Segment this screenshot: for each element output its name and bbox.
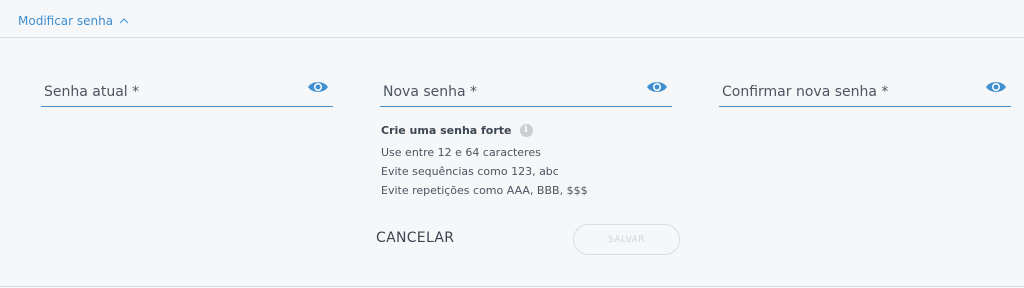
save-button[interactable]: SALVAR bbox=[573, 224, 680, 255]
hint-item: Use entre 12 e 64 caracteres bbox=[381, 146, 541, 159]
cancel-button[interactable]: CANCELAR bbox=[376, 230, 454, 246]
new-password-field bbox=[380, 72, 672, 107]
hint-title: Crie uma senha forte bbox=[381, 123, 512, 137]
current-password-field bbox=[41, 72, 333, 107]
hint-item: Evite sequências como 123, abc bbox=[381, 165, 559, 178]
eye-icon[interactable] bbox=[646, 80, 668, 94]
hint-list: Use entre 12 e 64 caracteres Evite sequê… bbox=[381, 143, 681, 200]
current-password-input[interactable] bbox=[41, 78, 294, 106]
eye-icon[interactable] bbox=[985, 80, 1007, 94]
info-icon[interactable]: i bbox=[519, 123, 533, 137]
confirm-password-field bbox=[719, 72, 1011, 107]
hint-title-row: Crie uma senha forte i bbox=[381, 122, 681, 138]
section-toggle[interactable]: Modificar senha bbox=[18, 14, 129, 28]
confirm-password-input[interactable] bbox=[719, 78, 972, 106]
section-title: Modificar senha bbox=[18, 14, 114, 28]
hint-item: Evite repetições como AAA, BBB, $$$ bbox=[381, 184, 588, 197]
section-header: Modificar senha bbox=[0, 0, 1024, 38]
divider bbox=[0, 286, 1024, 287]
chevron-up-icon bbox=[119, 18, 129, 24]
eye-icon[interactable] bbox=[307, 80, 329, 94]
password-hint: Crie uma senha forte i Use entre 12 e 64… bbox=[381, 122, 681, 200]
new-password-input[interactable] bbox=[380, 78, 633, 106]
